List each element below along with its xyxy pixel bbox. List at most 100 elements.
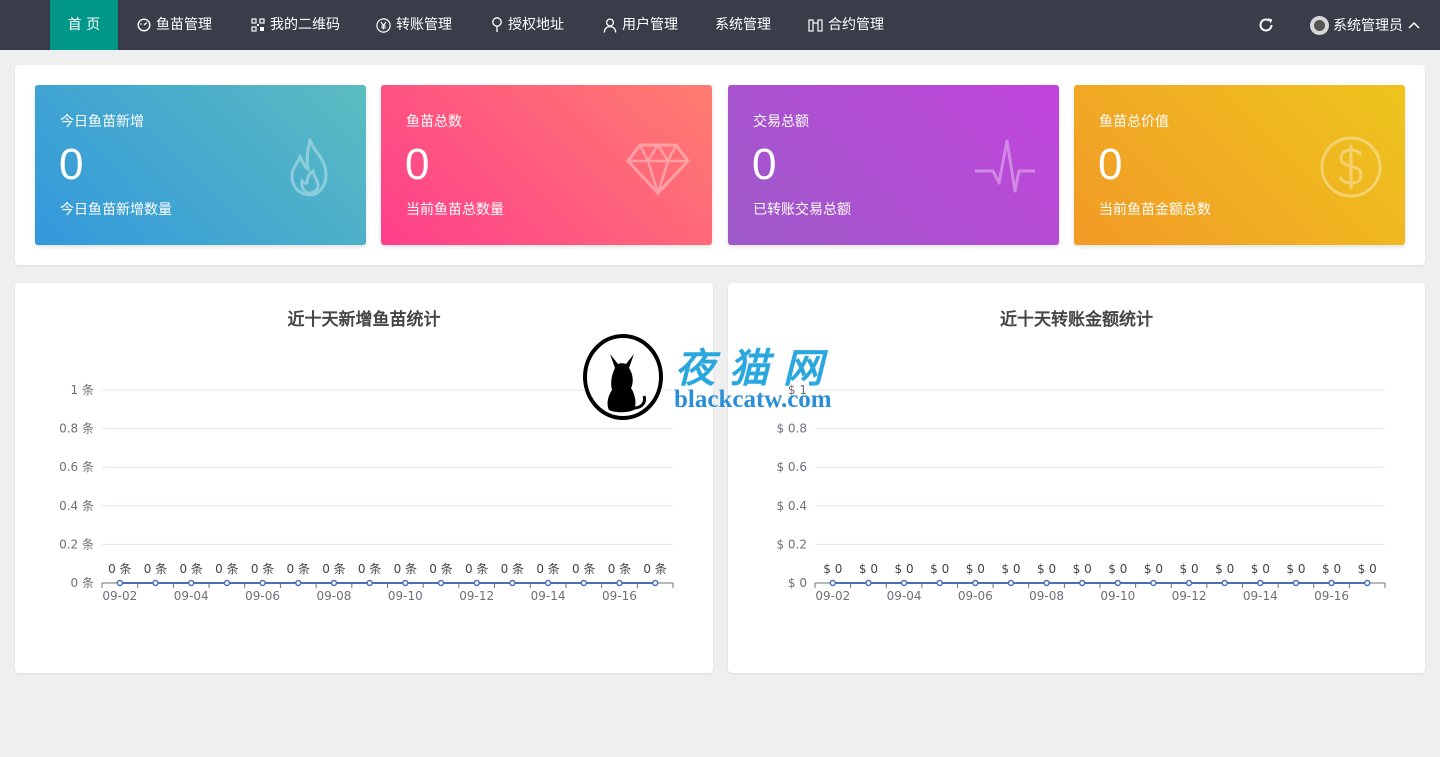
y-tick-label: 0.6 条 xyxy=(59,460,94,474)
y-tick-label: 1 条 xyxy=(71,383,94,397)
stat-title: 交易总额 xyxy=(753,114,809,130)
data-point xyxy=(1114,579,1122,587)
user-name: 系统管理员 xyxy=(1333,18,1403,34)
data-point xyxy=(829,579,837,587)
nav-item-label: 首 页 xyxy=(67,17,101,33)
diamond-icon xyxy=(626,142,690,198)
data-label: $ 0 xyxy=(859,562,878,576)
refresh-icon[interactable] xyxy=(1257,16,1275,34)
data-point xyxy=(1185,579,1193,587)
stat-value: 0 xyxy=(752,140,777,189)
nav-item-label: 授权地址 xyxy=(508,17,564,33)
nav-item-contract-management[interactable]: 合约管理 xyxy=(808,0,884,50)
data-point xyxy=(1007,579,1015,587)
data-point xyxy=(1221,579,1228,587)
x-tick-label: 09-08 xyxy=(1029,589,1064,603)
data-point xyxy=(1078,579,1086,587)
data-label: 0 条 xyxy=(179,562,202,576)
x-tick-label: 09-16 xyxy=(1314,589,1349,603)
data-point xyxy=(402,579,409,587)
location-icon xyxy=(492,17,502,32)
fire-icon xyxy=(290,138,328,197)
data-point xyxy=(1328,579,1335,587)
nav-item-auth-address[interactable]: 授权地址 xyxy=(491,0,564,50)
data-point xyxy=(473,579,480,587)
nav-item-system-management[interactable]: 系统管理 xyxy=(715,0,771,50)
data-point xyxy=(330,579,338,587)
data-label: 0 条 xyxy=(322,562,345,576)
data-label: $ 0 xyxy=(1215,562,1234,576)
data-point xyxy=(259,579,266,587)
data-label: $ 0 xyxy=(1108,562,1127,576)
black-cat-logo-icon xyxy=(583,334,663,420)
nav-item-label: 转账管理 xyxy=(396,17,452,33)
x-tick-label: 09-06 xyxy=(958,589,993,603)
data-label: $ 0 xyxy=(1073,562,1092,576)
data-label: 0 条 xyxy=(429,562,452,576)
x-tick-label: 09-12 xyxy=(1172,589,1207,603)
nav-item-label: 合约管理 xyxy=(828,17,884,33)
stat-title: 鱼苗总价值 xyxy=(1099,114,1169,130)
data-label: 0 条 xyxy=(287,562,310,576)
watermark-en: blackcatw.com xyxy=(674,386,832,413)
nav-item-label: 我的二维码 xyxy=(270,17,340,33)
data-point xyxy=(187,579,195,587)
data-label: 0 条 xyxy=(643,562,666,576)
data-label: 0 条 xyxy=(144,562,167,576)
avatar xyxy=(1310,15,1329,35)
x-tick-label: 09-16 xyxy=(602,589,637,603)
user-icon xyxy=(603,17,617,33)
stat-card-total-transactions: 交易总额 0 已转账交易总额 xyxy=(728,85,1059,245)
stats-panel: 今日鱼苗新增 0 今日鱼苗新增数量 鱼苗总数 0 当前鱼苗总数量 交易总额 0 … xyxy=(15,65,1425,265)
stat-title: 今日鱼苗新增 xyxy=(60,114,144,130)
data-point xyxy=(1150,579,1157,587)
data-label: 0 条 xyxy=(394,562,417,576)
x-tick-label: 09-10 xyxy=(388,589,423,603)
data-point xyxy=(651,579,659,587)
y-tick-label: 0.2 条 xyxy=(59,537,94,551)
watermark-logo: 夜猫网 blackcatw.com xyxy=(582,334,862,420)
data-label: $ 0 xyxy=(1037,562,1056,576)
x-tick-label: 09-14 xyxy=(1243,589,1278,603)
stat-card-total-value: 鱼苗总价值 0 当前鱼苗金额总数 xyxy=(1074,85,1405,245)
user-menu[interactable]: 系统管理员 xyxy=(1310,0,1421,50)
data-label: $ 0 xyxy=(1358,562,1377,576)
data-point xyxy=(1292,579,1300,587)
data-label: 0 条 xyxy=(358,562,381,576)
x-tick-label: 09-06 xyxy=(245,589,280,603)
data-label: $ 0 xyxy=(1144,562,1163,576)
y-tick-label: 0 条 xyxy=(71,576,94,590)
data-point xyxy=(437,579,445,587)
data-label: 0 条 xyxy=(536,562,559,576)
data-point xyxy=(972,579,979,587)
y-tick-label: $ 0 xyxy=(788,576,807,590)
qrcode-icon xyxy=(251,18,265,32)
nav-item-my-qrcode[interactable]: 我的二维码 xyxy=(251,0,340,50)
y-tick-label: $ 0.8 xyxy=(776,422,807,436)
x-tick-label: 09-04 xyxy=(174,589,209,603)
x-tick-label: 09-02 xyxy=(815,589,850,603)
data-point xyxy=(116,579,124,587)
data-point xyxy=(900,579,908,587)
nav-item-home[interactable]: 首 页 xyxy=(50,0,118,50)
data-label: $ 0 xyxy=(1180,562,1199,576)
stat-value: 0 xyxy=(59,140,84,189)
data-point xyxy=(152,579,159,587)
data-label: $ 0 xyxy=(1322,562,1341,576)
data-label: $ 0 xyxy=(1286,562,1305,576)
data-point xyxy=(865,579,872,587)
stat-card-total-fish: 鱼苗总数 0 当前鱼苗总数量 xyxy=(381,85,712,245)
nav-item-transfer-management[interactable]: 转账管理 xyxy=(376,0,452,50)
x-tick-label: 09-12 xyxy=(459,589,494,603)
data-label: $ 0 xyxy=(1251,562,1270,576)
x-tick-label: 09-04 xyxy=(887,589,922,603)
stat-card-today-new: 今日鱼苗新增 0 今日鱼苗新增数量 xyxy=(35,85,366,245)
stat-desc: 当前鱼苗总数量 xyxy=(406,202,504,218)
data-point xyxy=(295,579,302,587)
x-tick-label: 09-14 xyxy=(531,589,566,603)
contract-icon xyxy=(808,18,823,32)
data-point xyxy=(1043,579,1050,587)
nav-item-user-management[interactable]: 用户管理 xyxy=(603,0,678,50)
data-point xyxy=(580,579,588,587)
nav-item-fish-management[interactable]: 鱼苗管理 xyxy=(137,0,212,50)
